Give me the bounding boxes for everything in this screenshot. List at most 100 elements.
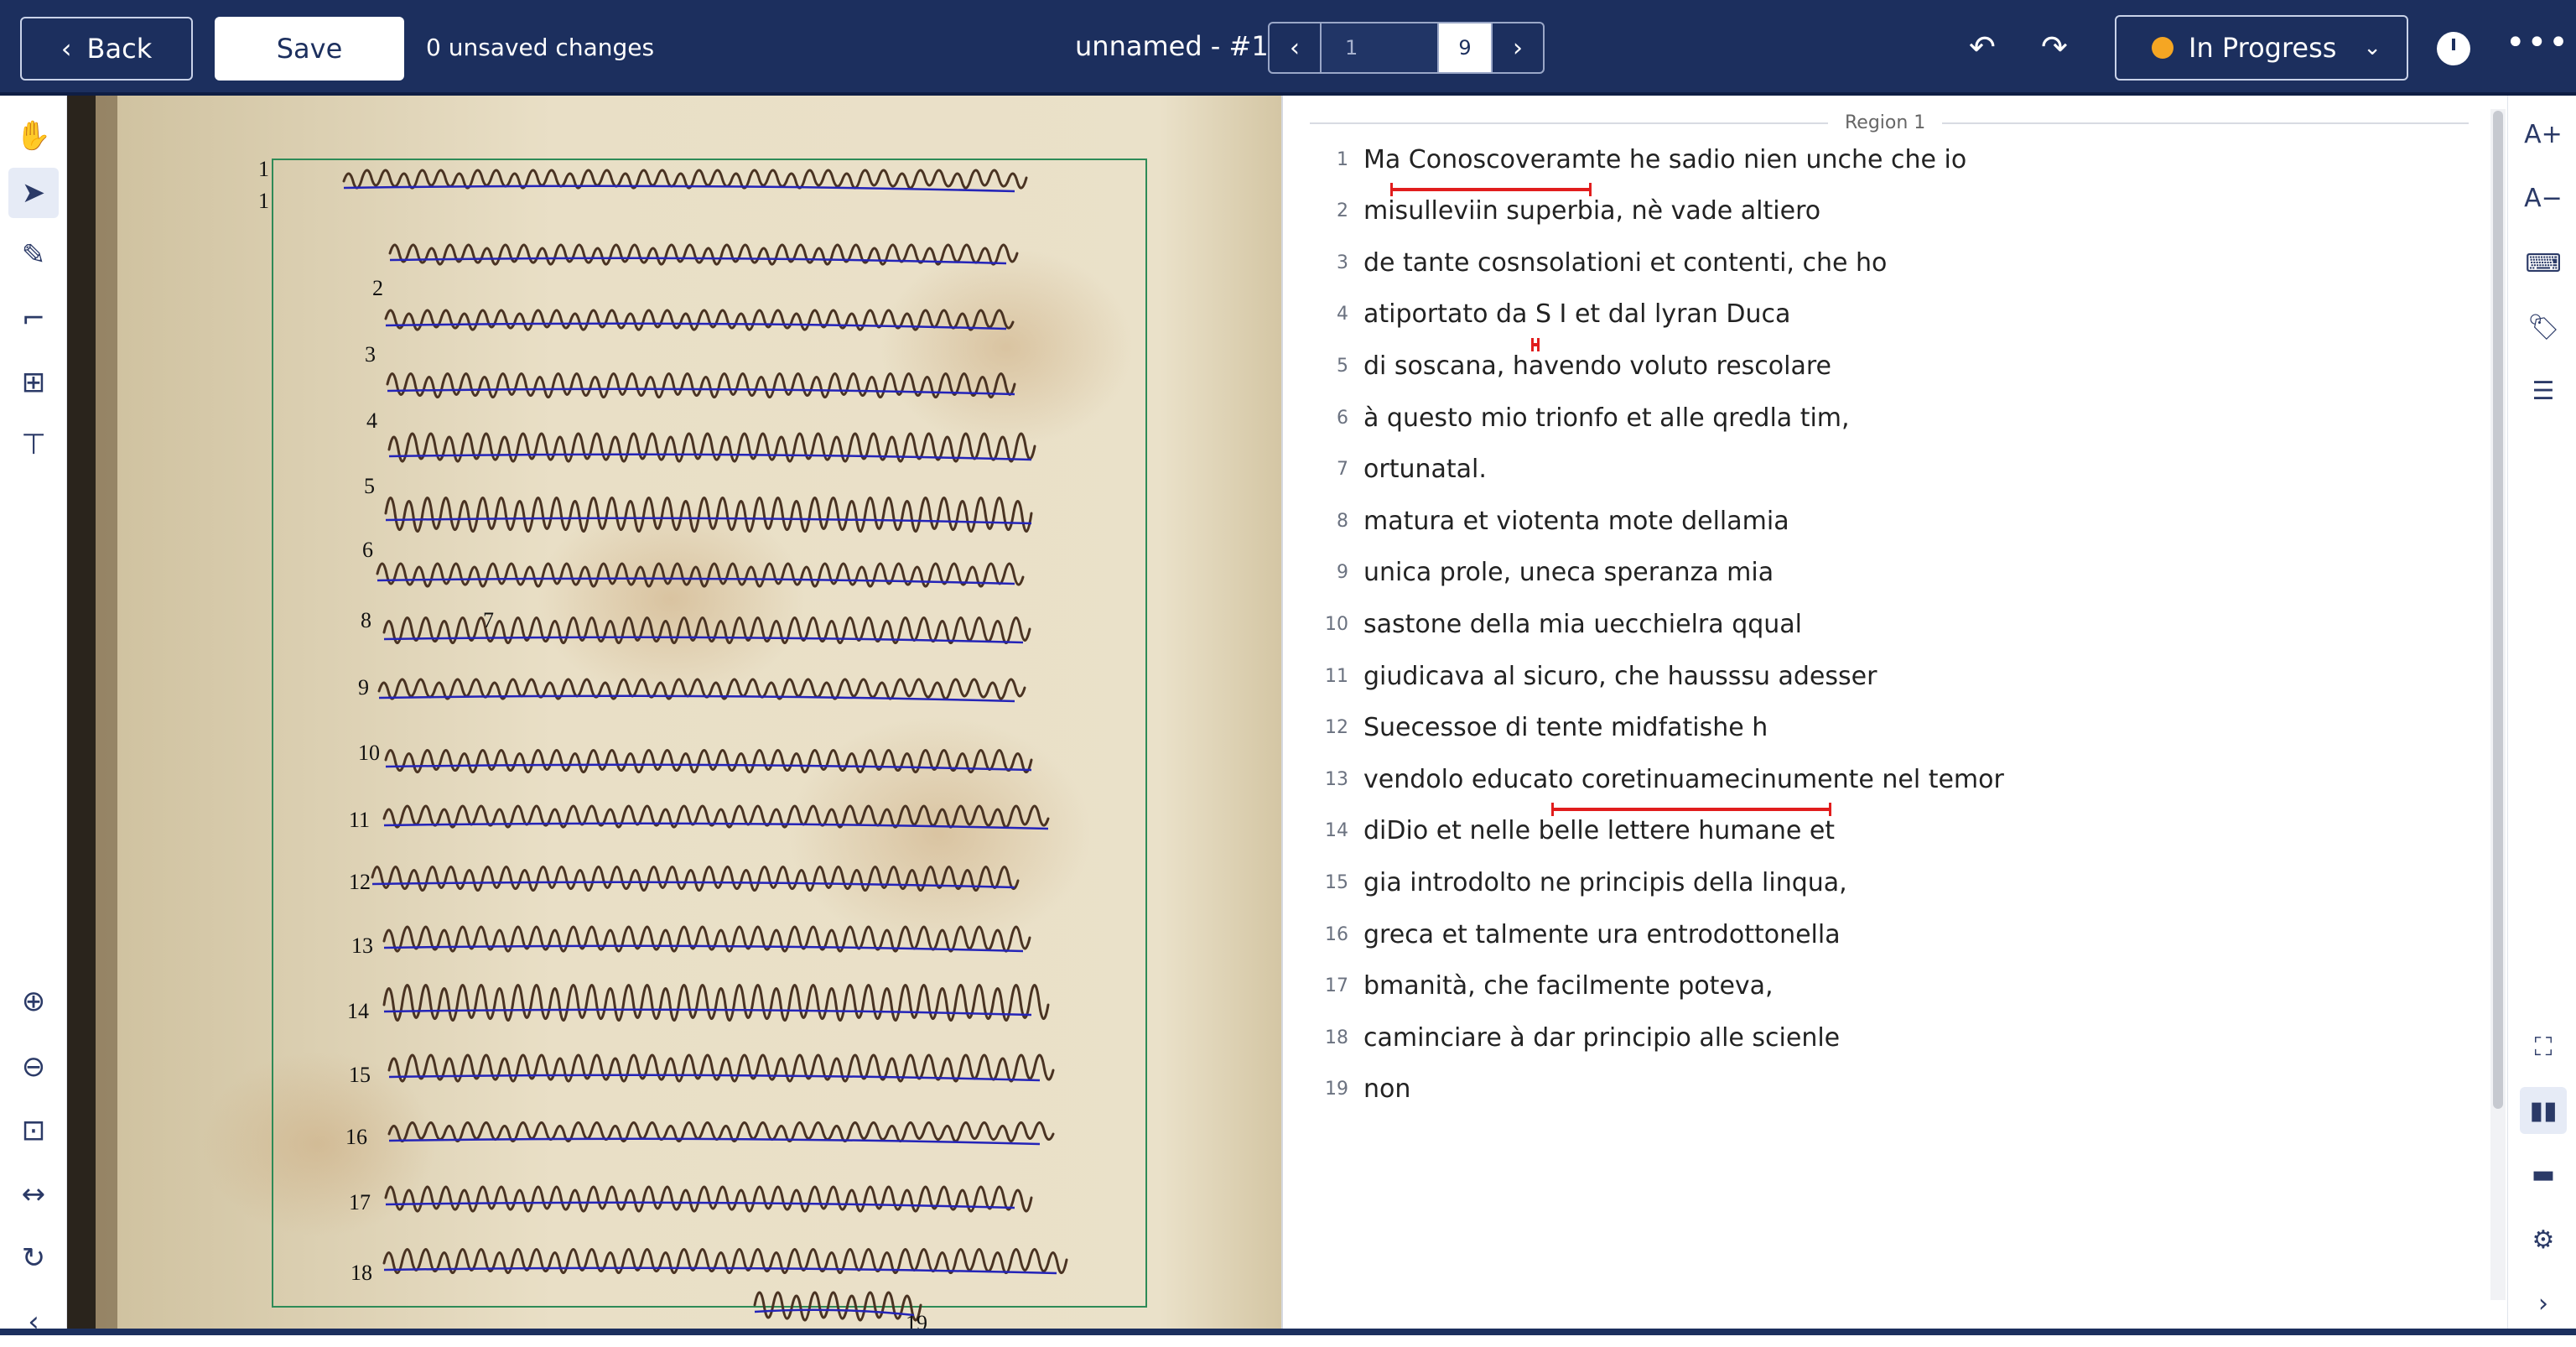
line-text[interactable]: Ma Conoscoveramte he sadio nien unche ch… [1363,145,1966,174]
transcription-line[interactable]: 16 greca et talmente ura entrodottonella [1317,914,1841,954]
image-line-number: 9 [358,675,369,700]
transcription-pane: Region 1 1 Ma Conoscoveramte he sadio nie… [1283,96,2490,1332]
image-line-number: 1 [258,189,269,213]
text-scrollbar[interactable] [2490,109,2506,1300]
prev-page-button[interactable]: ‹ [1270,23,1322,72]
line-text[interactable]: sastone della mia uecchielra qqual [1363,610,1802,639]
fit-width-icon[interactable]: ↔ [8,1169,59,1220]
line-text[interactable]: gia introdolto ne principis della linqua… [1363,868,1847,897]
font-increase-icon[interactable]: A+ [2520,111,2567,158]
image-line-number: 14 [347,999,369,1023]
spelling-error-underline[interactable] [1551,803,1831,816]
fullscreen-icon[interactable]: ⛶ [2520,1023,2567,1070]
page-navigator: ‹ 1 9 › [1268,22,1545,74]
list-icon[interactable]: ☰ [2520,367,2567,414]
line-text[interactable]: de tante cosnsolationi et contenti, che … [1363,248,1887,278]
zoom-in-icon[interactable]: ⊕ [8,976,59,1027]
font-decrease-icon[interactable]: A− [2520,174,2567,221]
transcription-line[interactable]: 13 vendolo educato coretinuamecinumente n… [1317,759,2004,799]
line-text[interactable]: atiportato da S I et dal lyran Duca [1363,299,1790,329]
manuscript-image-pane[interactable]: 1 1 2 3 4 5 6 7 8 9 10 11 12 13 14 15 16 17 18 19 [67,96,1281,1332]
settings-icon[interactable]: ⚙ [2520,1216,2567,1263]
image-line-number: 4 [366,408,377,433]
line-text[interactable]: matura et viotenta mote dellamia [1363,507,1789,536]
transcription-line[interactable]: 14 diDio et nelle belle lettere humane et [1317,811,1835,851]
collapse-left-icon[interactable]: ‹ [8,1297,59,1347]
status-dropdown[interactable]: In Progress ⌄ [2115,15,2408,81]
transcription-line[interactable]: 18 caminciare à dar principio alle scienl… [1317,1017,1840,1058]
line-text[interactable]: vendolo educato coretinuamecinumente nel… [1363,765,2004,794]
split-region-icon[interactable]: ⊞ [8,357,59,408]
line-text[interactable]: à questo mio trionfo et alle qredla tim, [1363,403,1850,433]
status-label: In Progress [2189,32,2337,64]
image-line-number: 10 [358,741,380,765]
line-text[interactable]: di soscana, havendo voluto rescolare [1363,351,1831,381]
spelling-error-underline[interactable] [1531,338,1540,351]
hand-icon[interactable]: ✋ [8,111,59,161]
image-line-number: 12 [349,870,371,894]
top-toolbar: ‹ Back Save 0 unsaved changes unnamed - … [0,0,2576,96]
transcription-line[interactable]: 6 à questo mio trionfo et alle qredla tim… [1317,398,1850,438]
scrollbar-thumb[interactable] [2493,111,2503,1109]
fit-icon[interactable]: ⊡ [8,1105,59,1156]
transcription-line[interactable]: 17 bmanità, che facilmente poteva, [1317,966,1774,1006]
transcription-line[interactable]: 9 unica prole, uneca speranza mia [1317,553,1774,593]
transcription-line[interactable]: 7 ortunatal. [1317,450,1487,490]
transcription-line[interactable]: 3 de tante cosnsolationi et contenti, che… [1317,242,1887,283]
save-button[interactable]: Save [215,17,404,81]
line-number: 5 [1337,355,1348,377]
transcription-line[interactable]: 2 misulleviin superbia, nè vade altiero [1317,191,1820,231]
collapse-right-icon[interactable]: › [2520,1280,2567,1327]
line-number: 19 [1325,1079,1348,1100]
image-line-number: 17 [349,1190,371,1214]
transcription-line[interactable]: 4 atiportato da S I et dal lyran Duca [1317,294,1790,335]
rotate-icon[interactable]: ↻ [8,1233,59,1283]
select-arrow-icon[interactable]: ➤ [8,168,59,218]
transcription-line[interactable]: 10 sastone della mia uecchielra qqual [1317,604,1802,644]
line-number: 11 [1325,665,1348,687]
line-text[interactable]: ortunatal. [1363,455,1487,484]
crop-icon[interactable]: ⌐ [8,294,59,344]
line-text[interactable]: greca et talmente ura entrodottonella [1363,920,1841,949]
line-text[interactable]: diDio et nelle belle lettere humane et [1363,816,1835,845]
next-page-button[interactable]: › [1491,23,1543,72]
spelling-error-underline[interactable] [1390,183,1592,196]
line-text[interactable]: misulleviin superbia, nè vade altiero [1363,196,1820,226]
page-input[interactable]: 1 [1322,23,1439,72]
back-button[interactable]: ‹ Back [20,17,193,81]
line-text[interactable]: Suecessoe di tente midfatishe h [1363,713,1768,742]
split-vertical-icon[interactable]: ▮▮ [2520,1087,2567,1134]
tag-icon[interactable]: 🏷 [2520,304,2567,351]
keyboard-icon[interactable]: ⌨ [2520,240,2567,287]
baseline-icon[interactable]: ⊤ [8,419,59,470]
line-text[interactable]: caminciare à dar principio alle scienle [1363,1023,1840,1053]
transcription-line[interactable]: 15 gia introdolto ne principis della linq… [1317,862,1847,902]
transcription-line[interactable]: 19 non [1317,1069,1410,1110]
line-text[interactable]: giudicava al sicuro, che hausssu adesser [1363,662,1877,691]
image-line-number: 8 [361,608,371,632]
more-options-icon[interactable]: ••• [2506,23,2570,62]
undo-icon[interactable]: ↶ [1969,29,1996,65]
region-label: Region 1 [1828,112,1943,133]
left-toolbar: ✋ ➤ ✎ ⌐ ⊞ ⊤ ⊕ ⊖ ⊡ ↔ ↻ ‹ [0,96,67,1339]
zoom-out-icon[interactable]: ⊖ [8,1042,59,1092]
line-text[interactable]: unica prole, uneca speranza mia [1363,558,1774,587]
image-line-number: 1 [258,157,269,181]
transcription-line[interactable]: 12 Suecessoe di tente midfatishe h [1317,708,1768,748]
transcription-line[interactable]: 1 Ma Conoscoveramte he sadio nien unche c… [1317,139,1966,179]
line-number: 7 [1337,459,1348,481]
transcription-line[interactable]: 8 matura et viotenta mote dellamia [1317,501,1789,541]
transcription-line[interactable]: 11 giudicava al sicuro, che hausssu adess… [1317,656,1877,696]
image-line-number: 13 [351,934,373,958]
line-text[interactable]: non [1363,1074,1410,1104]
transcription-line[interactable]: 5 di soscana, havendo voluto rescolare [1317,346,1831,386]
right-toolbar: A+ A− ⌨ 🏷 ☰ ⛶ ▮▮ ▬ ⚙ › [2507,96,2576,1332]
line-number: 9 [1337,562,1348,584]
history-clock-icon[interactable] [2437,32,2470,65]
line-number: 12 [1325,717,1348,739]
split-horizontal-icon[interactable]: ▬ [2520,1151,2567,1198]
redo-icon[interactable]: ↷ [2041,29,2068,65]
pen-icon[interactable]: ✎ [8,230,59,280]
page-total: 9 [1439,23,1491,72]
line-text[interactable]: bmanità, che facilmente poteva, [1363,971,1774,1001]
